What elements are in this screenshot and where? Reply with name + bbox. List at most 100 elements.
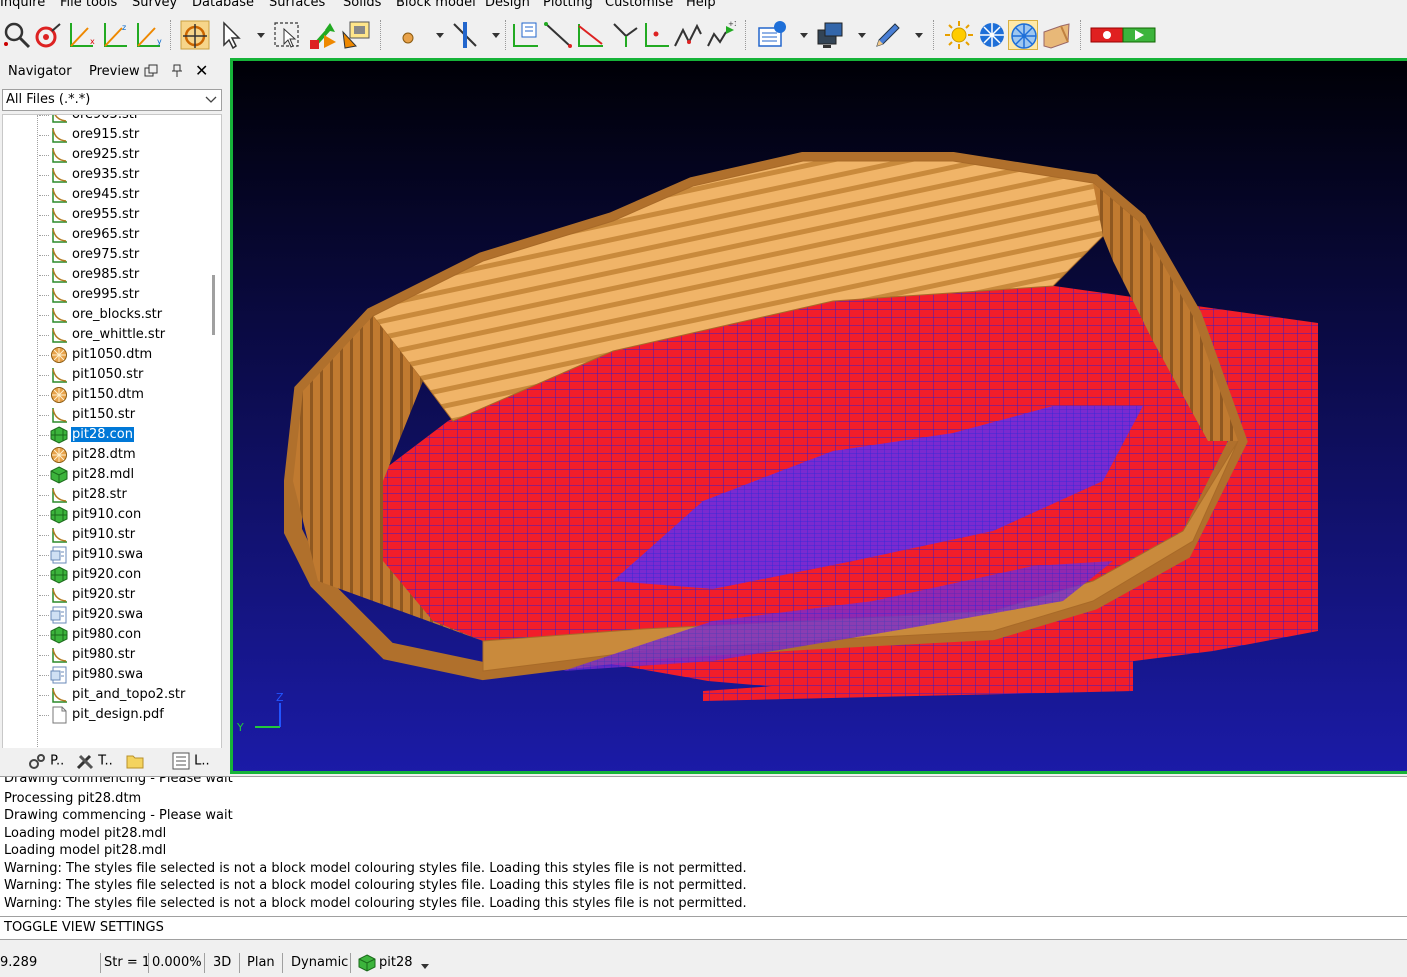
properties-icon[interactable]: [757, 20, 787, 50]
layer-select[interactable]: pit28: [379, 955, 413, 970]
scrollbar-thumb[interactable]: [212, 275, 215, 335]
light-sun-icon[interactable]: [944, 20, 974, 50]
string-extend-icon[interactable]: +1: [706, 20, 738, 50]
tree-file-item[interactable]: pit980.con: [39, 625, 209, 645]
tree-file-item[interactable]: pit28.str: [39, 485, 209, 505]
view-mode-plan[interactable]: Plan: [247, 955, 275, 970]
tree-file-item[interactable]: pit920.swa: [39, 605, 209, 625]
tree-file-item[interactable]: ore935.str: [39, 165, 209, 185]
tree-branch-line: [39, 195, 49, 196]
tree-file-item[interactable]: ore955.str: [39, 205, 209, 225]
string-line-icon[interactable]: [543, 20, 573, 50]
string-new-icon[interactable]: [510, 20, 540, 50]
tree-file-item[interactable]: pit_design.pdf: [39, 705, 209, 725]
tab-properties[interactable]: P..: [28, 752, 64, 774]
chevron-down-icon[interactable]: [492, 33, 500, 39]
select-box-icon[interactable]: [272, 20, 302, 50]
tree-file-item[interactable]: pit150.dtm: [39, 385, 209, 405]
pencil-icon[interactable]: [873, 20, 903, 50]
tree-file-item[interactable]: pit1050.str: [39, 365, 209, 385]
tab-navigator[interactable]: Navigator: [8, 64, 72, 79]
graphics-viewport[interactable]: Z Y: [230, 58, 1407, 774]
tab-tools[interactable]: T..: [76, 752, 113, 774]
tree-file-item[interactable]: pit28.mdl: [39, 465, 209, 485]
line-segment-icon[interactable]: [450, 20, 480, 50]
chevron-down-icon[interactable]: [421, 959, 429, 974]
tree-file-item[interactable]: pit910.swa: [39, 545, 209, 565]
tab-layers[interactable]: L..: [172, 752, 210, 774]
wireframe-icon[interactable]: [1008, 20, 1038, 50]
tree-file-item[interactable]: ore915.str: [39, 125, 209, 145]
dynamic-mode[interactable]: Dynamic: [291, 955, 348, 970]
tree-scrollbar[interactable]: [207, 115, 221, 785]
tree-file-item[interactable]: pit28.con: [39, 425, 209, 445]
tree-file-item[interactable]: pit920.str: [39, 585, 209, 605]
view-mode-3d[interactable]: 3D: [213, 955, 231, 970]
tree-file-item[interactable]: ore905.str: [39, 115, 209, 125]
menu-surfaces[interactable]: Surfaces: [269, 0, 325, 10]
menu-plotting[interactable]: Plotting: [543, 0, 593, 10]
file-filter-select[interactable]: All Files (.*.*): [2, 89, 222, 111]
point-icon[interactable]: [393, 20, 423, 50]
menu-survey[interactable]: Survey: [132, 0, 177, 10]
file-tree[interactable]: ore905.str ore915.str ore925.str ore935.str…: [2, 114, 222, 786]
tree-file-item[interactable]: pit_and_topo2.str: [39, 685, 209, 705]
chevron-down-icon[interactable]: [436, 33, 444, 39]
menu-solids[interactable]: Solids: [343, 0, 381, 10]
string-corner-icon[interactable]: [641, 20, 671, 50]
pit-3d-scene[interactable]: Z Y: [233, 61, 1407, 774]
tree-file-item[interactable]: pit28.dtm: [39, 445, 209, 465]
string-number[interactable]: Str = 1: [104, 955, 150, 970]
menu-file-tools[interactable]: File tools: [60, 0, 117, 10]
chevron-down-icon[interactable]: [858, 33, 866, 39]
menu-help[interactable]: Help: [686, 0, 716, 10]
zoom-inquire-icon[interactable]: [2, 20, 32, 50]
tree-file-item[interactable]: ore_whittle.str: [39, 325, 209, 345]
bearing-y-icon[interactable]: y: [133, 20, 163, 50]
menu-database[interactable]: Database: [192, 0, 254, 10]
monitor-icon[interactable]: [815, 20, 845, 50]
tree-file-item[interactable]: pit980.swa: [39, 665, 209, 685]
target-point-icon[interactable]: [33, 20, 63, 50]
tree-file-item[interactable]: ore985.str: [39, 265, 209, 285]
play-icon[interactable]: [1122, 20, 1156, 50]
message-log[interactable]: Drawing commencing - Please wait Process…: [0, 776, 1407, 916]
chevron-down-icon[interactable]: [800, 33, 808, 39]
command-line[interactable]: TOGGLE VIEW SETTINGS: [0, 916, 1407, 940]
tree-file-item[interactable]: ore945.str: [39, 185, 209, 205]
pin-icon[interactable]: [171, 64, 183, 82]
record-icon[interactable]: [1090, 20, 1124, 50]
string-zigzag-icon[interactable]: [673, 20, 703, 50]
tab-preview[interactable]: Preview: [89, 64, 140, 79]
menu-design[interactable]: Design: [485, 0, 530, 10]
view-window-icon[interactable]: [341, 20, 371, 50]
tree-file-item[interactable]: ore995.str: [39, 285, 209, 305]
tree-file-item[interactable]: ore965.str: [39, 225, 209, 245]
tab-folders[interactable]: [126, 752, 144, 774]
menu-inquire[interactable]: Inquire: [0, 0, 45, 10]
select-pointer-icon[interactable]: [216, 20, 246, 50]
tree-file-item[interactable]: pit920.con: [39, 565, 209, 585]
chevron-down-icon[interactable]: [257, 33, 265, 39]
chevron-down-icon[interactable]: [915, 33, 923, 39]
string-angle-icon[interactable]: [576, 20, 606, 50]
tree-file-item[interactable]: pit910.str: [39, 525, 209, 545]
menu-block-model[interactable]: Block model: [396, 0, 476, 10]
tree-file-item[interactable]: ore_blocks.str: [39, 305, 209, 325]
close-icon[interactable]: ✕: [195, 61, 208, 80]
tree-file-item[interactable]: pit910.con: [39, 505, 209, 525]
tree-file-item[interactable]: ore975.str: [39, 245, 209, 265]
solid-shading-icon[interactable]: [977, 20, 1007, 50]
bearing-z-icon[interactable]: z: [100, 20, 130, 50]
tree-file-item[interactable]: ore925.str: [39, 145, 209, 165]
float-window-icon[interactable]: [144, 64, 158, 82]
surface-3d-icon[interactable]: [1041, 20, 1071, 50]
tree-file-item[interactable]: pit150.str: [39, 405, 209, 425]
move-object-icon[interactable]: [308, 20, 338, 50]
tree-file-item[interactable]: pit980.str: [39, 645, 209, 665]
string-join-icon[interactable]: [610, 20, 640, 50]
bearing-x-icon[interactable]: x: [66, 20, 96, 50]
snap-mode-icon[interactable]: [180, 20, 210, 50]
menu-customise[interactable]: Customise: [605, 0, 673, 10]
tree-file-item[interactable]: pit1050.dtm: [39, 345, 209, 365]
